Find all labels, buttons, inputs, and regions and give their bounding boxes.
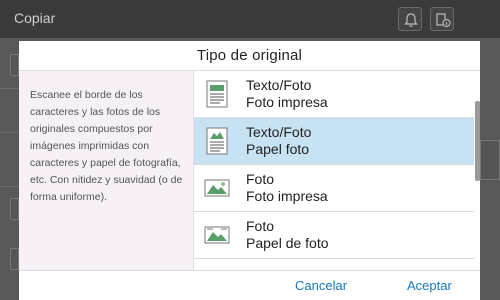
description-pane: Escanee el borde de los caracteres y las… [19, 71, 194, 270]
notifications-button[interactable] [398, 7, 422, 31]
photo-printed-icon [204, 179, 230, 197]
dialog-footer: Cancelar Aceptar [19, 270, 480, 300]
dialog-title: Tipo de original [19, 41, 480, 71]
bg-control [10, 54, 19, 76]
photo-paper-icon [204, 226, 230, 244]
bg-control [10, 198, 19, 220]
bg-control [480, 140, 500, 180]
list-item-line1: Foto [246, 171, 275, 187]
list-item-photo-paper[interactable]: Foto Papel de foto [194, 212, 474, 259]
cancel-button[interactable]: Cancelar [295, 271, 347, 300]
list-item-line2: Papel foto [246, 141, 310, 157]
list-item-label: Foto Foto impresa [246, 171, 328, 205]
bell-icon [404, 13, 418, 27]
list-item-label: Texto/Foto Foto impresa [246, 77, 328, 111]
description-text: Escanee el borde de los caracteres y las… [30, 89, 183, 203]
list-item-line1: Texto/Foto [246, 124, 312, 140]
list-item-text-photo-paper[interactable]: Texto/Foto Papel foto [194, 118, 474, 165]
list-item-label: Foto Papel de foto [246, 218, 329, 252]
list-item-line1: Texto/Foto [246, 77, 312, 93]
status-info-icon [436, 13, 451, 28]
list-item-line2: Foto impresa [246, 188, 328, 204]
list-item-line2: Foto impresa [246, 94, 328, 110]
original-type-dialog: Tipo de original Escanee el borde de los… [19, 41, 480, 300]
status-button[interactable] [430, 7, 454, 31]
original-type-list[interactable]: Texto/Foto Foto impresa Texto/Foto Papel… [194, 71, 480, 270]
bg-divider [0, 186, 19, 187]
text-photo-document-icon [206, 80, 228, 108]
list-item-photo-printed[interactable]: Foto Foto impresa [194, 165, 474, 212]
list-scrollbar[interactable] [475, 101, 480, 181]
bg-control [10, 248, 19, 270]
text-photo-paper-icon [206, 127, 228, 155]
app-title: Copiar [14, 10, 56, 26]
bg-divider [0, 88, 19, 89]
bg-divider [0, 132, 19, 133]
list-item-label: Texto/Foto Papel foto [246, 124, 311, 158]
app-header: Copiar [0, 0, 500, 38]
list-item-line2: Papel de foto [246, 235, 329, 251]
accept-button[interactable]: Aceptar [407, 271, 452, 300]
list-item-line1: Foto [246, 218, 275, 234]
list-item-text-photo-printed[interactable]: Texto/Foto Foto impresa [194, 71, 474, 118]
